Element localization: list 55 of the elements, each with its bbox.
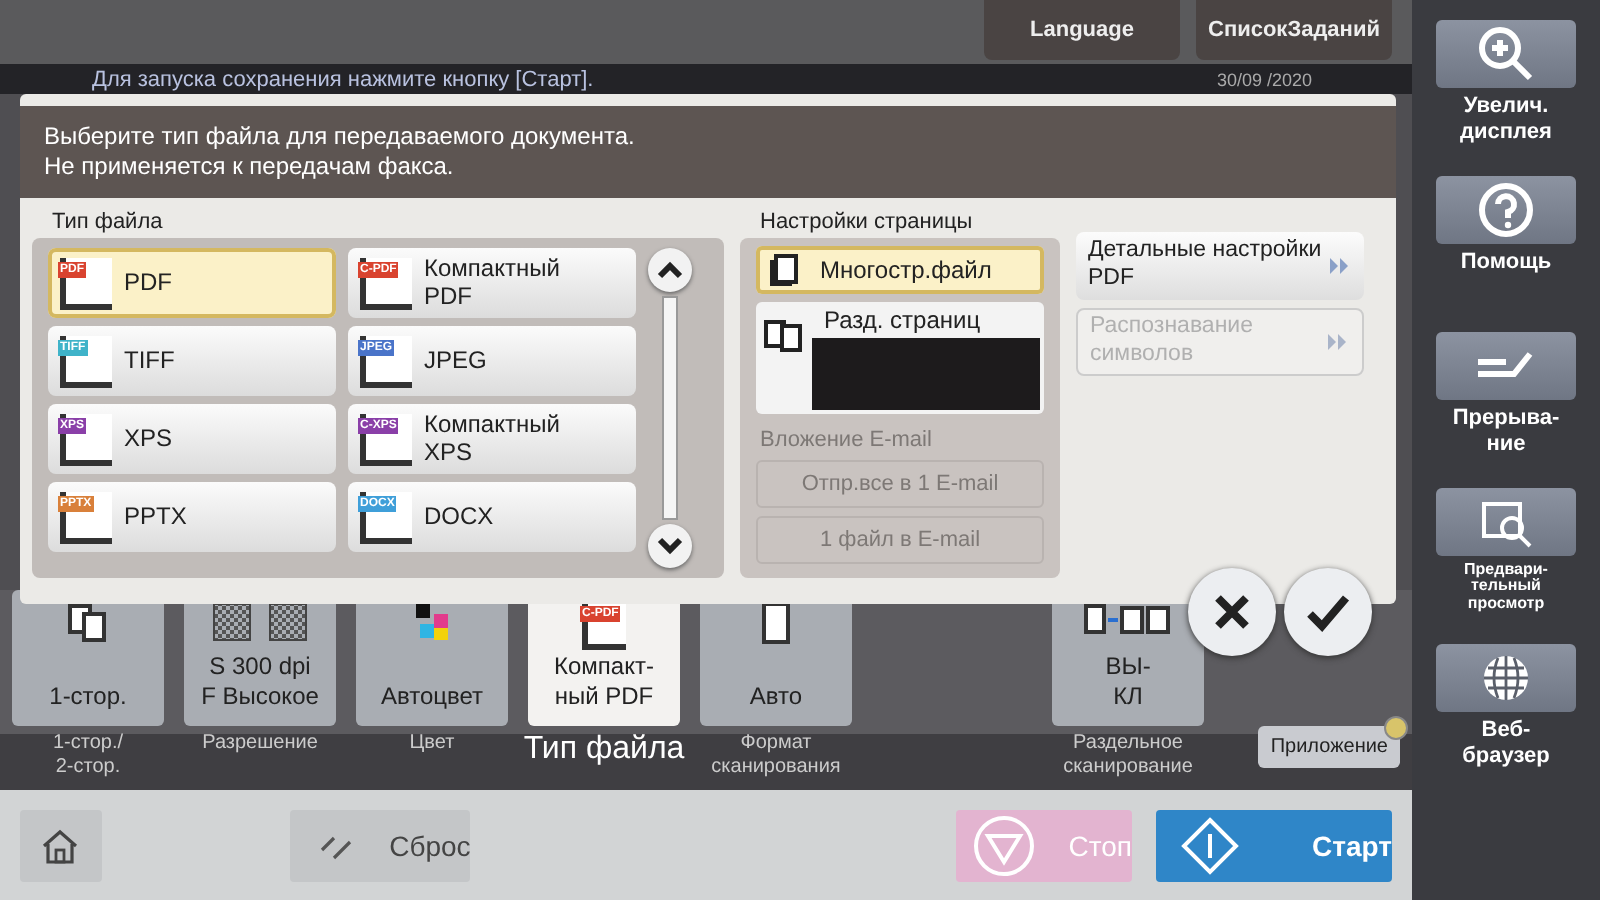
checkmark-icon [1304,590,1352,634]
help-icon [1478,182,1534,238]
sidebar-button[interactable] [1436,488,1576,556]
split-pages-icon [1084,602,1172,638]
close-icon [1210,590,1254,634]
start-button[interactable]: Старт [1156,809,1392,881]
top-button[interactable]: Language [984,0,1180,60]
pages-icon [66,602,110,642]
zoom-in-icon [1476,24,1536,84]
top-button[interactable]: СписокЗаданий [1196,0,1392,60]
scroll-down-button[interactable] [648,524,692,568]
chevron-up-icon [656,260,684,280]
sidebar-button[interactable] [1436,332,1576,400]
function-tile[interactable]: 1-стор. [12,590,164,726]
sidebar-button[interactable] [1436,176,1576,244]
color-blocks-icon [412,602,452,642]
sidebar-label: Предвари- тельный просмотр [1464,562,1548,613]
indicator-dot [1384,716,1408,740]
section-title: Тип файла [52,210,165,234]
scrollbar[interactable] [662,296,678,520]
sidebar-button[interactable] [1436,20,1576,88]
page-setting-option[interactable]: Разд. страниц [756,302,1044,414]
scroll-up-button[interactable] [648,248,692,292]
tile-caption: Формат сканирования [711,732,841,778]
page-setting-option[interactable]: Многостр.файл [756,246,1044,294]
tile-caption: Тип файла [523,732,685,769]
sidebar-label: Веб- браузер [1462,718,1550,771]
sidebar-button[interactable] [1436,644,1576,712]
tile-caption: Цвет [409,732,455,755]
settings-button[interactable]: Детальные настройки PDF [1076,232,1364,300]
page-icon [760,602,792,646]
tile-caption: 1-стор./ 2-стор. [52,732,124,778]
start-icon [1180,815,1241,875]
stop-icon [972,813,1037,877]
double-arrow-icon [1326,332,1350,352]
home-button[interactable] [20,809,102,881]
sidebar-label: Помощь [1460,250,1552,277]
chevron-down-icon [656,536,684,556]
page-icon [768,254,800,286]
instruction-text: Выберите тип файла для передаваемого документа. Не применяется к передачам факса. [20,106,1396,198]
tile-caption: Раздельное сканирование [1063,732,1193,778]
double-arrow-icon [1328,256,1352,276]
home-icon [40,827,81,863]
checker-icon [210,602,310,642]
status-message: Для запуска сохранения нажмите кнопку [Старт]. [92,67,596,91]
application-button[interactable]: Приложение [1258,726,1400,768]
tile-caption: Разрешение [202,732,318,755]
status-date: 30/09 /2020 [1216,69,1312,89]
reset-button[interactable]: Сброс [289,809,471,881]
section-title: Настройки страницы [760,210,975,234]
pages-icon [764,318,804,354]
globe-icon [1480,652,1532,704]
sidebar-label: Увелич. дисплея [1460,94,1552,147]
section-title: Вложение E-mail [760,428,934,452]
sidebar-label: Прерыва- ние [1452,406,1560,459]
